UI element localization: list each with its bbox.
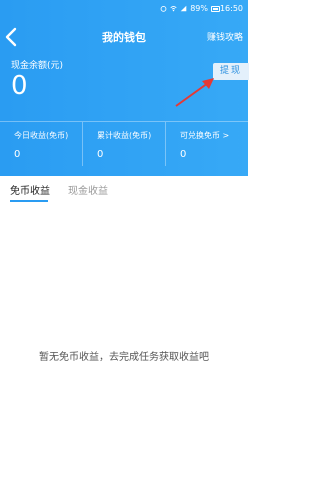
cash-balance-value: 0 — [11, 71, 28, 101]
status-icons: 89% — [160, 4, 220, 13]
withdraw-button[interactable]: 提现 — [213, 63, 249, 80]
stat-label: 今日收益(免币) — [14, 131, 69, 140]
wifi-icon — [170, 5, 177, 12]
stat-redeemable-coins[interactable]: 可兑换免币 > 0 — [166, 122, 248, 166]
battery-icon — [211, 5, 220, 12]
stat-value: 0 — [97, 149, 104, 160]
stat-value: 0 — [180, 149, 187, 160]
stat-total-earnings: 累计收益(免币) 0 — [83, 122, 165, 166]
alarm-icon — [160, 5, 167, 12]
status-bar: 89% 16:50 — [0, 0, 248, 18]
stat-label: 累计收益(免币) — [97, 131, 152, 140]
signal-icon — [180, 5, 187, 12]
cash-balance-label: 现金余额(元) — [11, 61, 64, 71]
navbar: 我的钱包 赚钱攻略 — [0, 24, 248, 50]
tab-coin-earnings[interactable]: 免币收益 — [10, 182, 50, 197]
empty-state-message: 暂无免币收益，去完成任务获取收益吧 — [39, 352, 209, 363]
tab-cash-earnings[interactable]: 现金收益 — [68, 182, 108, 197]
stat-value: 0 — [14, 149, 21, 160]
earnings-tabs: 免币收益 现金收益 — [0, 176, 248, 206]
red-arrow-icon — [175, 78, 214, 107]
wallet-header: 89% 16:50 我的钱包 赚钱攻略 现金余额(元) 0 提现 今日收益(免币… — [0, 0, 249, 192]
battery-percent: 89% — [190, 4, 208, 13]
stat-today-earnings: 今日收益(免币) 0 — [0, 122, 82, 166]
clock: 16:50 — [219, 4, 243, 13]
active-tab-indicator — [10, 200, 48, 202]
earning-guide-link[interactable]: 赚钱攻略 — [207, 30, 243, 43]
stat-label: 可兑换免币 > — [180, 131, 230, 140]
stats-row: 今日收益(免币) 0 累计收益(免币) 0 可兑换免币 > 0 — [0, 121, 248, 166]
